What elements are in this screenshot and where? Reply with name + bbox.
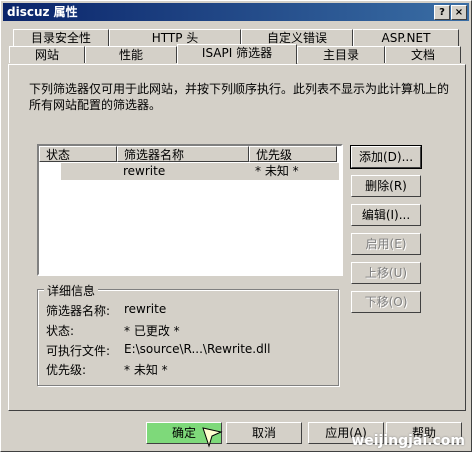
filter-list[interactable]: 状态 筛选器名称 优先级 rewrite * 未知 * xyxy=(37,144,343,276)
tab-performance[interactable]: 性能 xyxy=(85,46,177,63)
window-title: discuz 属性 xyxy=(7,5,78,19)
tab-isapi-filters[interactable]: ISAPI 筛选器 xyxy=(177,44,297,64)
cursor-arrow-icon xyxy=(202,427,223,448)
name-value: rewrite xyxy=(124,302,167,316)
executable-value: E:\source\R...\Rewrite.dll xyxy=(124,342,271,356)
column-filter-name[interactable]: 筛选器名称 xyxy=(117,146,249,162)
move-up-button[interactable]: 上移(U) xyxy=(351,262,421,284)
help-button[interactable]: ? xyxy=(434,5,450,20)
move-down-button[interactable]: 下移(O) xyxy=(351,291,421,313)
filter-name-cell: rewrite xyxy=(123,164,166,178)
filter-priority-cell: * 未知 * xyxy=(255,164,299,178)
priority-value: * 未知 * xyxy=(124,363,168,377)
properties-window: discuz 属性 ? × 目录安全性 HTTP 头 自定义错误 ASP.NET… xyxy=(0,0,472,452)
column-status[interactable]: 状态 xyxy=(39,146,117,162)
filter-row[interactable]: rewrite * 未知 * xyxy=(61,163,339,180)
cancel-button[interactable]: 取消 xyxy=(226,422,302,444)
tab-aspnet[interactable]: ASP.NET xyxy=(353,29,459,46)
executable-label: 可执行文件: xyxy=(46,344,111,358)
add-button[interactable]: 添加(D)... xyxy=(350,145,422,169)
tab-website[interactable]: 网站 xyxy=(9,46,85,63)
details-title: 详细信息 xyxy=(44,282,99,299)
edit-button[interactable]: 编辑(I)... xyxy=(351,204,421,226)
tab-documents[interactable]: 文档 xyxy=(385,46,461,63)
close-button[interactable]: × xyxy=(451,5,467,20)
tab-home-directory[interactable]: 主目录 xyxy=(297,46,385,63)
column-priority[interactable]: 优先级 xyxy=(249,146,337,162)
status-value: * 已更改 * xyxy=(124,324,180,338)
status-label: 状态: xyxy=(46,324,75,338)
filters-description: 下列筛选器仅可用于此网站，并按下列顺序执行。此列表不显示为此计算机上的所有网站配… xyxy=(29,82,450,112)
name-label: 筛选器名称: xyxy=(46,304,111,318)
priority-label: 优先级: xyxy=(46,363,87,377)
tab-directory-security[interactable]: 目录安全性 xyxy=(13,29,109,46)
details-group: 详细信息 筛选器名称: rewrite 状态: * 已更改 * 可执行文件: E… xyxy=(37,282,339,386)
watermark: weijingjai.com xyxy=(351,433,465,449)
enable-button[interactable]: 启用(E) xyxy=(351,233,421,255)
title-bar: discuz 属性 ? × xyxy=(3,3,469,21)
remove-button[interactable]: 删除(R) xyxy=(351,175,421,197)
